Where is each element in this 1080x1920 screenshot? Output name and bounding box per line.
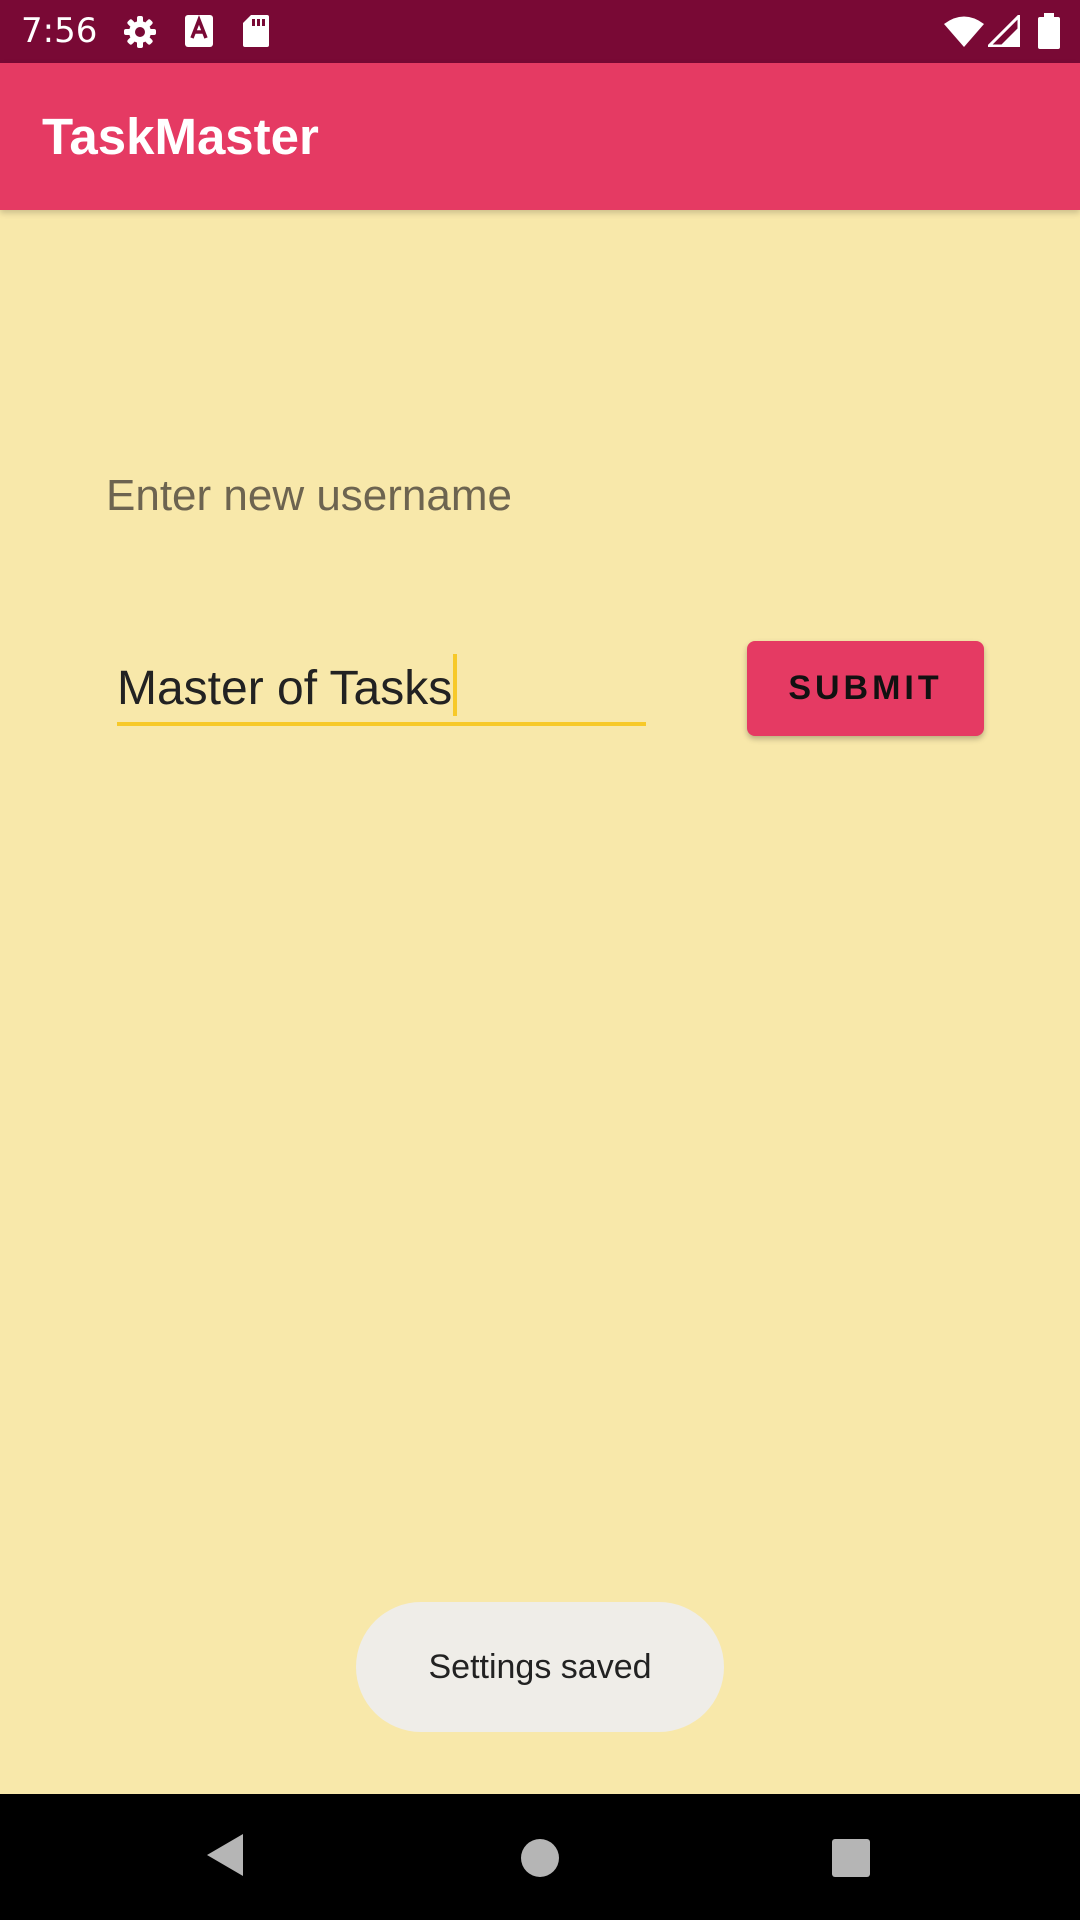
gear-icon <box>122 14 158 55</box>
toast-text: Settings saved <box>428 1647 652 1686</box>
status-bar: 7:56 <box>0 0 1080 63</box>
wifi-icon <box>944 16 984 53</box>
username-prompt-label: Enter new username <box>106 471 512 520</box>
status-time: 7:56 <box>21 11 98 51</box>
signal-icon <box>985 12 1021 52</box>
battery-icon <box>1038 13 1060 54</box>
submit-button[interactable]: SUBMIT <box>747 641 984 736</box>
a-notification-icon <box>184 14 214 53</box>
back-icon[interactable] <box>205 1832 245 1883</box>
settings-content: Enter new username Master of Tasks SUBMI… <box>0 210 1080 1794</box>
app-bar: TaskMaster <box>0 63 1080 210</box>
navigation-bar <box>0 1794 1080 1920</box>
toast-message: Settings saved <box>356 1602 724 1732</box>
text-cursor <box>453 654 458 716</box>
sd-card-icon <box>242 14 270 53</box>
home-icon[interactable] <box>520 1838 560 1883</box>
username-text: Master of Tasks <box>117 662 453 715</box>
username-input[interactable]: Master of Tasks <box>117 650 646 726</box>
username-input-value[interactable]: Master of Tasks <box>117 654 458 718</box>
app-title: TaskMaster <box>42 108 319 165</box>
recents-icon[interactable] <box>831 1838 871 1883</box>
